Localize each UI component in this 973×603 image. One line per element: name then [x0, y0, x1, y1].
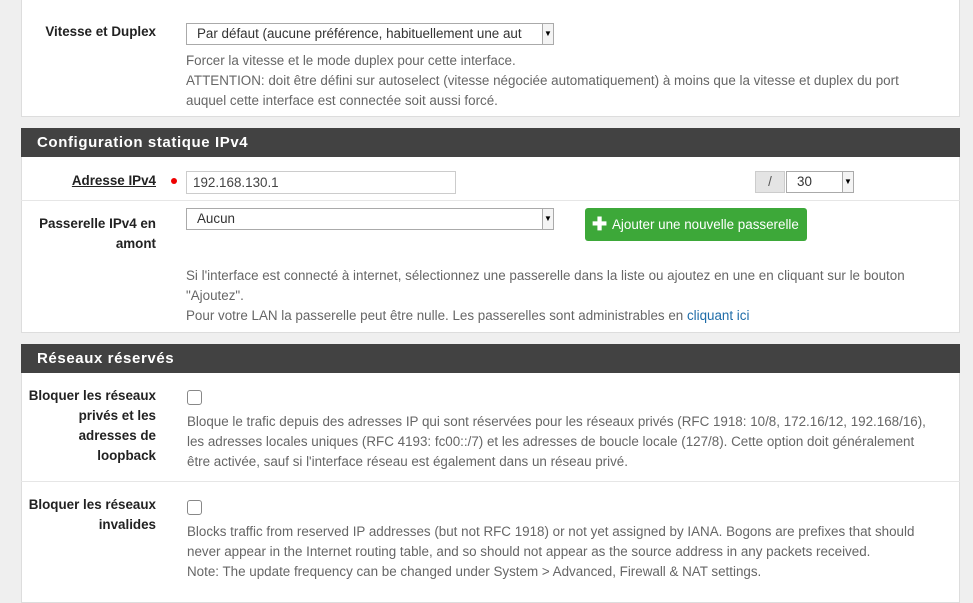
- speed-duplex-help-1: Forcer la vitesse et le mode duplex pour…: [186, 53, 516, 68]
- add-gateway-button[interactable]: ✚ Ajouter une nouvelle passerelle: [585, 208, 807, 241]
- cidr-value: 30: [797, 174, 812, 189]
- row-divider: [21, 200, 960, 201]
- speed-duplex-help-2: ATTENTION: doit être défini sur autosele…: [186, 73, 899, 88]
- required-indicator-icon: [171, 178, 177, 184]
- block-private-label-2: privés et les: [78, 408, 156, 423]
- block-bogon-help-3: Note: The update frequency can be change…: [187, 564, 762, 579]
- add-gateway-label: Ajouter une nouvelle passerelle: [612, 217, 799, 232]
- block-bogon-checkbox[interactable]: [187, 500, 202, 515]
- block-private-label-1: Bloquer les réseaux: [28, 388, 156, 403]
- block-private-help-1: Bloque le trafic depuis des adresses IP …: [187, 414, 926, 429]
- gateway-select[interactable]: Aucun ▼: [186, 208, 554, 230]
- gateway-help-2: "Ajoutez".: [186, 288, 244, 303]
- block-private-label-4: loopback: [97, 448, 156, 463]
- ipv4-address-input[interactable]: 192.168.130.1: [186, 171, 456, 194]
- block-private-help-2: les adresses locales uniques (RFC 4193: …: [187, 434, 915, 449]
- reserved-section-title: Réseaux réservés: [21, 344, 960, 373]
- gateway-label-2: amont: [115, 236, 156, 251]
- gateway-help-3: Pour votre LAN la passerelle peut être n…: [186, 306, 749, 326]
- chevron-down-icon: ▼: [542, 209, 553, 229]
- block-private-checkbox[interactable]: [187, 390, 202, 405]
- chevron-down-icon: ▼: [542, 24, 553, 44]
- gateway-value: Aucun: [197, 211, 235, 226]
- speed-duplex-help-3: auquel cette interface est connectée soi…: [186, 93, 498, 108]
- ipv4-address-label: Adresse IPv4: [71, 173, 156, 188]
- gateway-help-1: Si l'interface est connecté à internet, …: [186, 268, 905, 283]
- block-bogon-help-1: Blocks traffic from reserved IP addresse…: [187, 524, 915, 539]
- speed-duplex-label: Vitesse et Duplex: [45, 24, 156, 39]
- block-bogon-label-1: Bloquer les réseaux: [28, 497, 156, 512]
- gateway-help-3-text: Pour votre LAN la passerelle peut être n…: [186, 308, 687, 323]
- gateway-label-1: Passerelle IPv4 en: [39, 216, 156, 231]
- ipv4-section-title: Configuration statique IPv4: [21, 128, 960, 157]
- cidr-select[interactable]: 30 ▼: [786, 171, 854, 193]
- chevron-down-icon: ▼: [842, 172, 853, 192]
- gateway-admin-link[interactable]: cliquant ici: [687, 308, 750, 323]
- block-private-help-3: être activée, sauf si l'interface réseau…: [187, 454, 628, 469]
- block-bogon-label-2: invalides: [98, 517, 156, 532]
- block-bogon-help-2: never appear in the Internet routing tab…: [187, 544, 871, 559]
- cidr-slash: /: [755, 171, 785, 193]
- speed-duplex-select[interactable]: Par défaut (aucune préférence, habituell…: [186, 23, 554, 45]
- speed-duplex-value: Par défaut (aucune préférence, habituell…: [197, 26, 522, 41]
- plus-icon: ✚: [592, 214, 608, 234]
- row-divider: [21, 481, 960, 482]
- block-private-label-3: adresses de: [78, 428, 156, 443]
